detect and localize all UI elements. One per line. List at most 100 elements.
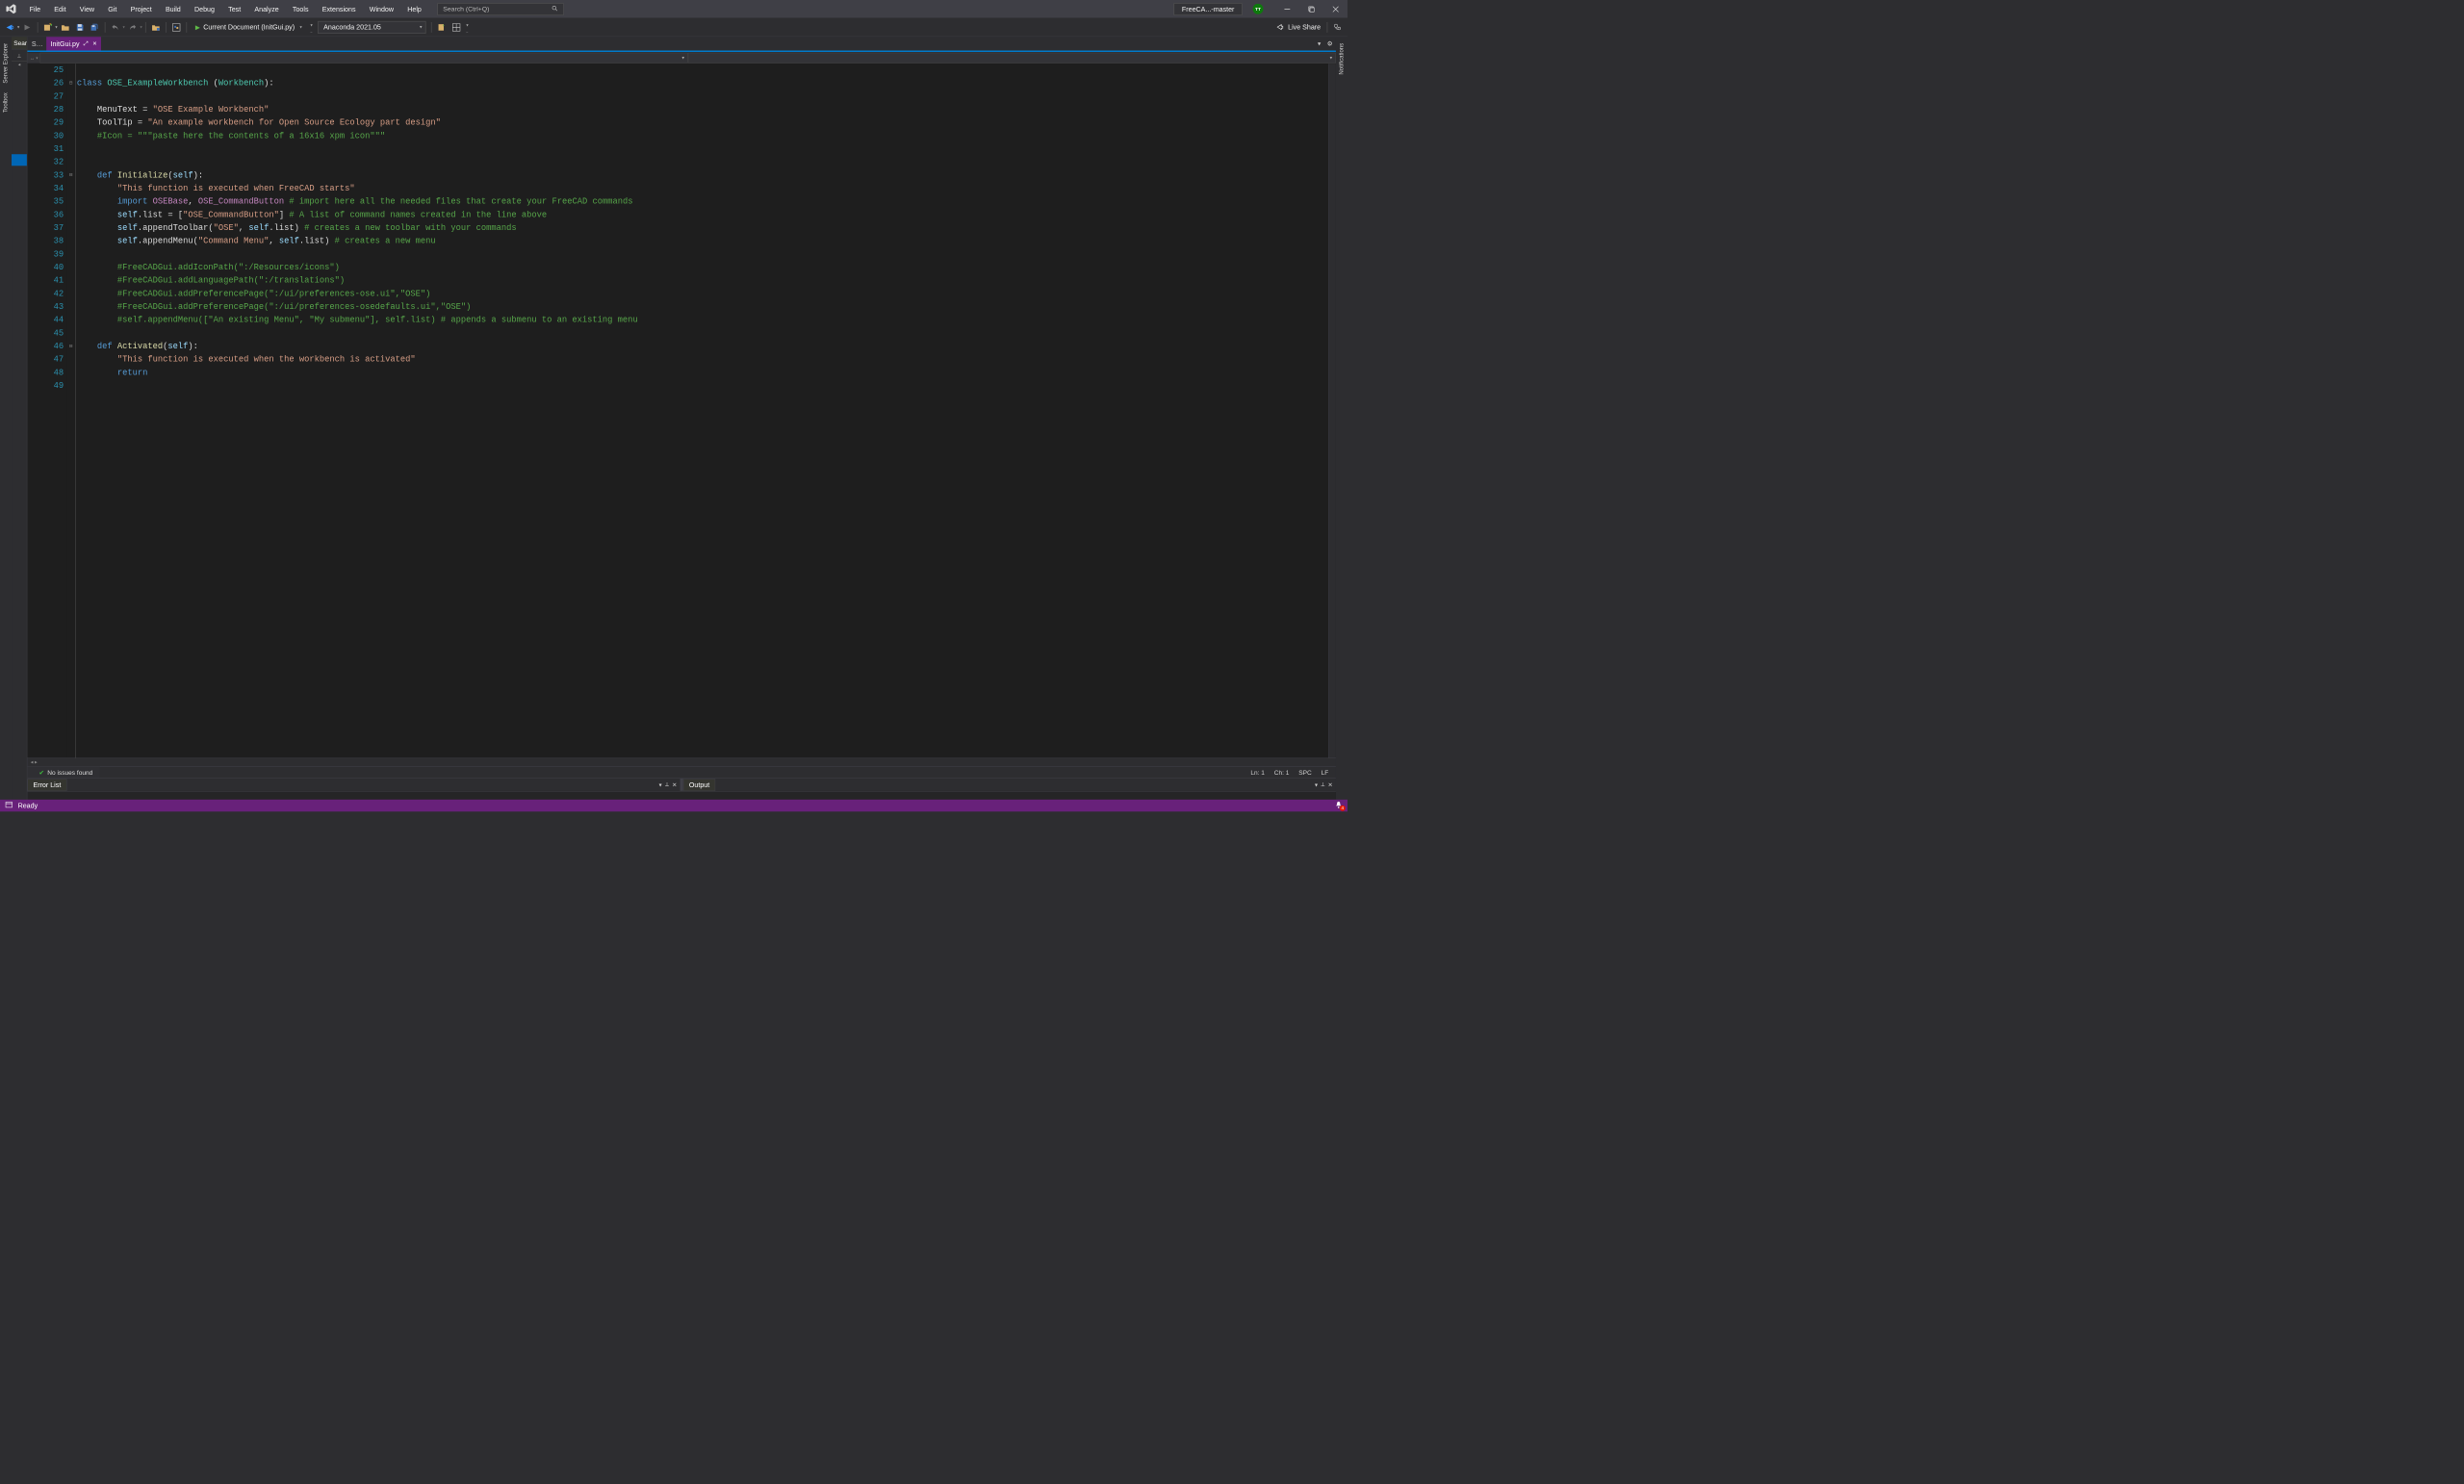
code-line[interactable]: #self.appendMenu(["An existing Menu", "M… bbox=[77, 314, 1328, 327]
new-project-button[interactable]: ✦ bbox=[41, 20, 55, 34]
menu-extensions[interactable]: Extensions bbox=[316, 2, 362, 16]
cursor-char[interactable]: Ch: 1 bbox=[1274, 769, 1290, 777]
search-result-highlight[interactable] bbox=[12, 154, 27, 166]
chevron-down-icon[interactable]: ▾ bbox=[122, 25, 124, 30]
close-icon[interactable]: ✕ bbox=[672, 781, 677, 788]
chevron-down-icon[interactable]: ▾ bbox=[17, 25, 19, 30]
menu-edit[interactable]: Edit bbox=[48, 2, 72, 16]
menu-window[interactable]: Window bbox=[363, 2, 399, 16]
menu-help[interactable]: Help bbox=[401, 2, 428, 16]
pin-icon[interactable]: ⤢ bbox=[84, 40, 89, 47]
save-button[interactable] bbox=[73, 20, 87, 34]
menu-git[interactable]: Git bbox=[102, 2, 123, 16]
fold-toggle[interactable]: ⊟ bbox=[66, 340, 75, 353]
close-icon[interactable]: ✕ bbox=[1328, 781, 1333, 788]
close-icon[interactable]: ✕ bbox=[92, 40, 97, 46]
code-line[interactable]: "This function is executed when FreeCAD … bbox=[77, 182, 1328, 195]
code-line[interactable] bbox=[77, 90, 1328, 104]
tab-active[interactable]: InitGui.py ⤢ ✕ bbox=[46, 37, 101, 50]
chevron-down-icon[interactable]: ▾ bbox=[55, 25, 57, 30]
rail-toolbox[interactable]: Toolbox bbox=[3, 90, 10, 115]
code-line[interactable]: return bbox=[77, 367, 1328, 380]
chevron-down-icon[interactable]: ▾ bbox=[300, 25, 302, 30]
rail-notifications[interactable]: Notifications bbox=[1339, 41, 1346, 77]
undo-button[interactable] bbox=[109, 20, 122, 34]
code-line[interactable]: MenuText = "OSE Example Workbench" bbox=[77, 103, 1328, 116]
fold-toggle[interactable]: ⊟ bbox=[66, 77, 75, 90]
menu-debug[interactable]: Debug bbox=[188, 2, 220, 16]
code-line[interactable]: def Initialize(self): bbox=[77, 169, 1328, 183]
redo-button[interactable] bbox=[126, 20, 140, 34]
code-line[interactable]: import OSEBase, OSE_CommandButton # impo… bbox=[77, 195, 1328, 209]
code-line[interactable]: #FreeCADGui.addPreferencePage(":/ui/pref… bbox=[77, 288, 1328, 301]
chevron-down-icon[interactable]: ▾ bbox=[659, 781, 662, 788]
error-list-tab[interactable]: Error List bbox=[27, 779, 66, 791]
code-line[interactable]: #Icon = """paste here the contents of a … bbox=[77, 130, 1328, 143]
menu-project[interactable]: Project bbox=[124, 2, 158, 16]
user-avatar[interactable]: TT bbox=[1253, 4, 1264, 14]
code-editor[interactable]: 2526272829303132333435363738394041424344… bbox=[27, 64, 1336, 757]
quick-search-input[interactable]: Search (Ctrl+Q) bbox=[437, 3, 563, 15]
overflow-icon[interactable]: ▾_ bbox=[466, 22, 468, 32]
code-line[interactable]: #FreeCADGui.addIconPath(":/Resources/ico… bbox=[77, 261, 1328, 274]
menu-view[interactable]: View bbox=[73, 2, 100, 16]
live-share-button[interactable]: Live Share bbox=[1276, 23, 1322, 31]
code-line[interactable]: self.list = ["OSE_CommandButton"] # A li… bbox=[77, 209, 1328, 222]
pin-icon[interactable]: ⟂ bbox=[665, 781, 669, 788]
code-content[interactable]: class OSE_ExampleWorkbench (Workbench): … bbox=[75, 64, 1328, 757]
nav-forward-button[interactable]: ▶ bbox=[20, 20, 34, 34]
pin-icon[interactable]: ⟂ bbox=[1321, 781, 1324, 788]
horizontal-scroll-buttons[interactable]: ◂ ▸ bbox=[27, 758, 1336, 767]
python-env-button[interactable] bbox=[169, 20, 183, 34]
save-all-button[interactable] bbox=[88, 20, 101, 34]
collapse-arrow-icon[interactable]: ◂ bbox=[12, 62, 27, 70]
add-item-button[interactable]: + bbox=[435, 20, 449, 34]
code-line[interactable]: class OSE_ExampleWorkbench (Workbench): bbox=[77, 77, 1328, 90]
code-line[interactable]: self.appendMenu("Command Menu", self.lis… bbox=[77, 235, 1328, 248]
search-panel-title[interactable]: Sear bbox=[12, 37, 27, 49]
output-pane-icon[interactable] bbox=[5, 801, 13, 809]
chevron-down-icon[interactable]: ▾ bbox=[140, 25, 141, 30]
overflow-icon[interactable]: ▾_ bbox=[311, 22, 313, 32]
code-line[interactable] bbox=[77, 327, 1328, 341]
code-line[interactable] bbox=[77, 379, 1328, 393]
menu-test[interactable]: Test bbox=[222, 2, 247, 16]
open-file-button[interactable] bbox=[59, 20, 72, 34]
indent-mode[interactable]: SPC bbox=[1298, 769, 1312, 777]
code-line[interactable] bbox=[77, 142, 1328, 156]
notifications-button[interactable]: 4 bbox=[1335, 801, 1343, 809]
issues-indicator[interactable]: ✔ No issues found bbox=[27, 767, 100, 779]
search-results-panel-collapsed[interactable]: Sear ⟂ ◂ bbox=[12, 37, 27, 799]
minimize-button[interactable] bbox=[1275, 1, 1299, 18]
code-line[interactable] bbox=[77, 64, 1328, 77]
overview-ruler[interactable] bbox=[1328, 64, 1336, 757]
code-line[interactable]: def Activated(self): bbox=[77, 340, 1328, 353]
output-tab[interactable]: Output bbox=[683, 779, 715, 791]
code-line[interactable]: self.appendToolbar("OSE", self.list) # c… bbox=[77, 221, 1328, 235]
solution-name[interactable]: FreeCA...-master bbox=[1174, 3, 1243, 15]
fold-toggle[interactable]: ⊟ bbox=[66, 169, 75, 183]
layout-button[interactable] bbox=[449, 20, 463, 34]
nav-history-icon[interactable]: ↔▾ bbox=[27, 53, 39, 64]
code-line[interactable]: ToolTip = "An example workbench for Open… bbox=[77, 116, 1328, 130]
scope-dropdown[interactable] bbox=[40, 53, 688, 64]
code-line[interactable] bbox=[77, 248, 1328, 262]
fold-column[interactable]: ⊟ ⊟ ⊟ bbox=[66, 64, 75, 757]
member-dropdown[interactable] bbox=[688, 53, 1336, 64]
menu-build[interactable]: Build bbox=[159, 2, 187, 16]
maximize-button[interactable] bbox=[1299, 1, 1323, 18]
menu-analyze[interactable]: Analyze bbox=[248, 2, 285, 16]
close-button[interactable] bbox=[1323, 1, 1348, 18]
pin-icon[interactable]: ⟂ bbox=[12, 51, 27, 62]
menu-file[interactable]: File bbox=[23, 2, 47, 16]
python-env-dropdown[interactable]: Anaconda 2021.05 bbox=[318, 21, 425, 34]
code-line[interactable]: "This function is executed when the work… bbox=[77, 353, 1328, 367]
code-line[interactable] bbox=[77, 156, 1328, 169]
eol-mode[interactable]: LF bbox=[1322, 769, 1329, 777]
start-debug-button[interactable]: ▶ Current Document (InitGui.py) ▾ bbox=[190, 20, 307, 34]
gear-icon[interactable]: ⚙ bbox=[1324, 40, 1336, 48]
open-folder-button[interactable] bbox=[149, 20, 163, 34]
feedback-button[interactable] bbox=[1331, 20, 1345, 34]
code-line[interactable]: #FreeCADGui.addPreferencePage(":/ui/pref… bbox=[77, 300, 1328, 314]
code-line[interactable]: #FreeCADGui.addLanguagePath(":/translati… bbox=[77, 274, 1328, 288]
